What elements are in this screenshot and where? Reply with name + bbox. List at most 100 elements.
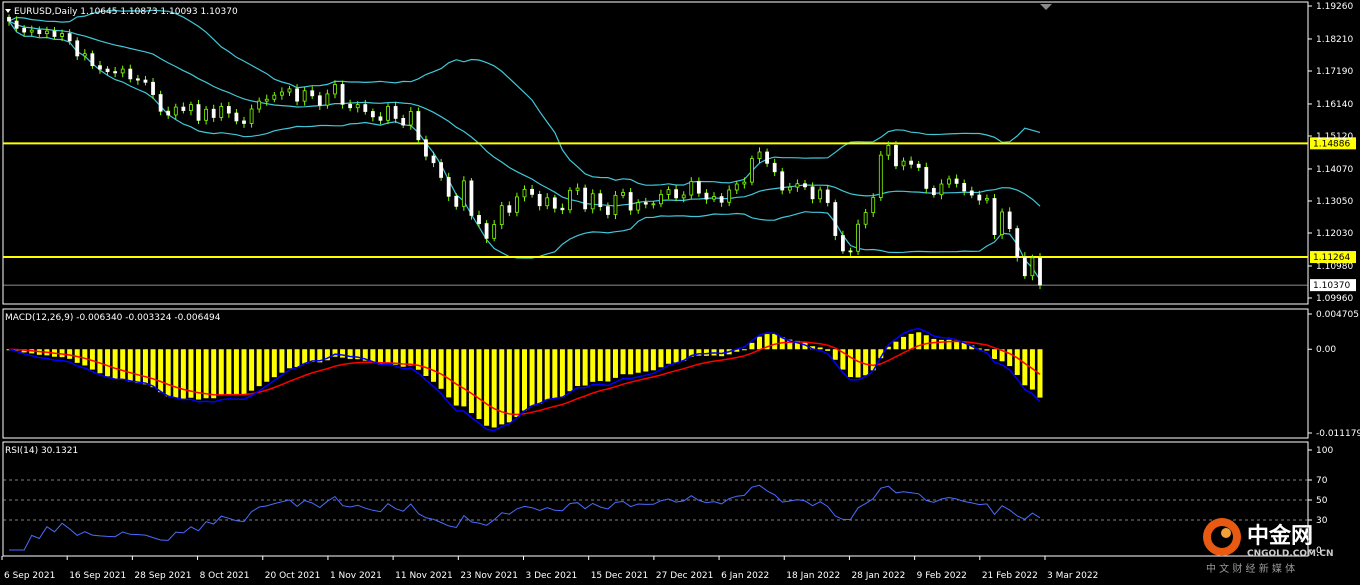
macd-histogram-bar xyxy=(817,347,823,350)
candle-down xyxy=(931,188,936,196)
candle-up xyxy=(689,181,694,196)
candle-down xyxy=(446,177,451,197)
macd-histogram-bar xyxy=(423,349,429,376)
candle-down xyxy=(393,106,398,119)
candle-up xyxy=(886,145,891,156)
candle-up xyxy=(575,187,580,191)
horizontal-levels: 1.148861.112641.10370 xyxy=(3,137,1356,292)
candle-up xyxy=(302,90,307,102)
candle-down xyxy=(226,106,231,114)
candle-down xyxy=(52,30,57,37)
macd-histogram-bar xyxy=(446,349,452,398)
macd-histogram-bar xyxy=(158,349,164,393)
symbol-menu-icon[interactable] xyxy=(5,9,11,13)
candle-down xyxy=(22,27,27,33)
candle-up xyxy=(613,194,618,215)
macd-histogram-bar xyxy=(135,349,141,384)
macd-histogram-bar xyxy=(271,349,277,378)
macd-histogram-bar xyxy=(575,349,581,387)
candle-up xyxy=(386,106,390,121)
macd-histogram-bar xyxy=(165,349,171,397)
macd-histogram-bar xyxy=(393,349,399,365)
macd-histogram-bar xyxy=(582,349,588,386)
time-tick-label: 11 Nov 2021 xyxy=(395,571,453,581)
time-tick-label: 21 Feb 2022 xyxy=(982,571,1038,581)
candle-down xyxy=(909,160,914,165)
macd-histogram-bar xyxy=(127,349,133,382)
macd-histogram-bar xyxy=(453,349,459,406)
candle-up xyxy=(173,106,178,116)
price-tick-label: 1.17190 xyxy=(1316,67,1353,77)
macd-histogram-bar xyxy=(256,349,262,387)
time-tick-label: 15 Dec 2021 xyxy=(591,571,649,581)
candle-down xyxy=(484,223,489,239)
watermark-logo: 中金网 CNGOLD.COM.CN 中 文 财 经 新 媒 体 xyxy=(1203,518,1334,575)
candle-down xyxy=(211,108,216,118)
candle-down xyxy=(416,111,421,141)
time-tick-label: 27 Dec 2021 xyxy=(656,571,714,581)
candle-down xyxy=(772,162,777,173)
candle-up xyxy=(818,189,823,200)
candle-down xyxy=(704,192,709,200)
macd-histogram-bar xyxy=(340,349,346,358)
candle-down xyxy=(674,189,679,199)
watermark-name: 中金网 xyxy=(1247,523,1313,549)
candle-down xyxy=(583,187,588,210)
candle-up xyxy=(82,53,87,57)
price-tick-label: 1.18210 xyxy=(1316,35,1353,45)
candle-up xyxy=(333,84,337,95)
time-tick-label: 20 Oct 2021 xyxy=(265,571,321,581)
candle-up xyxy=(1030,257,1035,277)
candle-up xyxy=(901,160,906,167)
candle-up xyxy=(492,224,497,239)
macd-histogram-bar xyxy=(741,349,747,351)
candle-down xyxy=(234,112,239,122)
candle-down xyxy=(719,196,724,203)
time-tick-label: 28 Sep 2021 xyxy=(134,571,191,581)
macd-histogram-bar xyxy=(552,349,558,399)
bollinger-bands xyxy=(8,9,1041,281)
macd-histogram-bar xyxy=(294,349,300,367)
time-tick-label: 8 Oct 2021 xyxy=(200,571,250,581)
macd-histogram-bar xyxy=(484,349,490,426)
macd-histogram-bar xyxy=(180,349,186,399)
candle-up xyxy=(408,111,413,126)
macd-histogram-bar xyxy=(893,341,899,350)
candle-down xyxy=(37,29,42,35)
candle-down xyxy=(317,95,322,106)
watermark-emblem-inner xyxy=(1211,526,1233,548)
current-price-label: 1.10370 xyxy=(1313,281,1350,291)
candle-down xyxy=(143,79,148,83)
candle-up xyxy=(568,189,572,211)
macd-histogram-bar xyxy=(643,349,649,372)
price-tick-label: 1.10980 xyxy=(1316,262,1353,272)
rsi-tick-label: 30 xyxy=(1316,516,1328,526)
candle-up xyxy=(727,189,732,203)
candle-down xyxy=(643,202,648,205)
candle-up xyxy=(681,194,686,199)
candle-up xyxy=(287,88,292,93)
macd-histogram-bar xyxy=(567,349,573,392)
macd-tick-label: -0.011179 xyxy=(1316,429,1360,439)
candle-down xyxy=(992,198,997,235)
candle-up xyxy=(757,151,762,159)
macd-histogram-bar xyxy=(241,349,247,395)
macd-histogram-bar xyxy=(673,349,679,363)
macd-histogram-bar xyxy=(605,349,611,382)
candle-down xyxy=(348,103,353,109)
macd-histogram-bar xyxy=(537,349,543,404)
macd-histogram-bar xyxy=(97,349,103,374)
candle-down xyxy=(825,189,830,203)
candle-down xyxy=(295,88,299,102)
candle-down xyxy=(14,20,19,29)
candle-down xyxy=(765,151,769,164)
macd-histogram-bar xyxy=(772,333,778,350)
macd-histogram-bar xyxy=(847,349,853,378)
candle-down xyxy=(803,183,807,188)
macd-histogram-bar xyxy=(468,349,474,413)
macd-tick-label: 0.00 xyxy=(1316,345,1336,355)
macd-histogram-bar xyxy=(286,349,292,369)
rsi-tick-label: 70 xyxy=(1316,476,1328,486)
time-tick-label: 9 Feb 2022 xyxy=(917,571,967,581)
time-tick-label: 16 Sep 2021 xyxy=(69,571,126,581)
